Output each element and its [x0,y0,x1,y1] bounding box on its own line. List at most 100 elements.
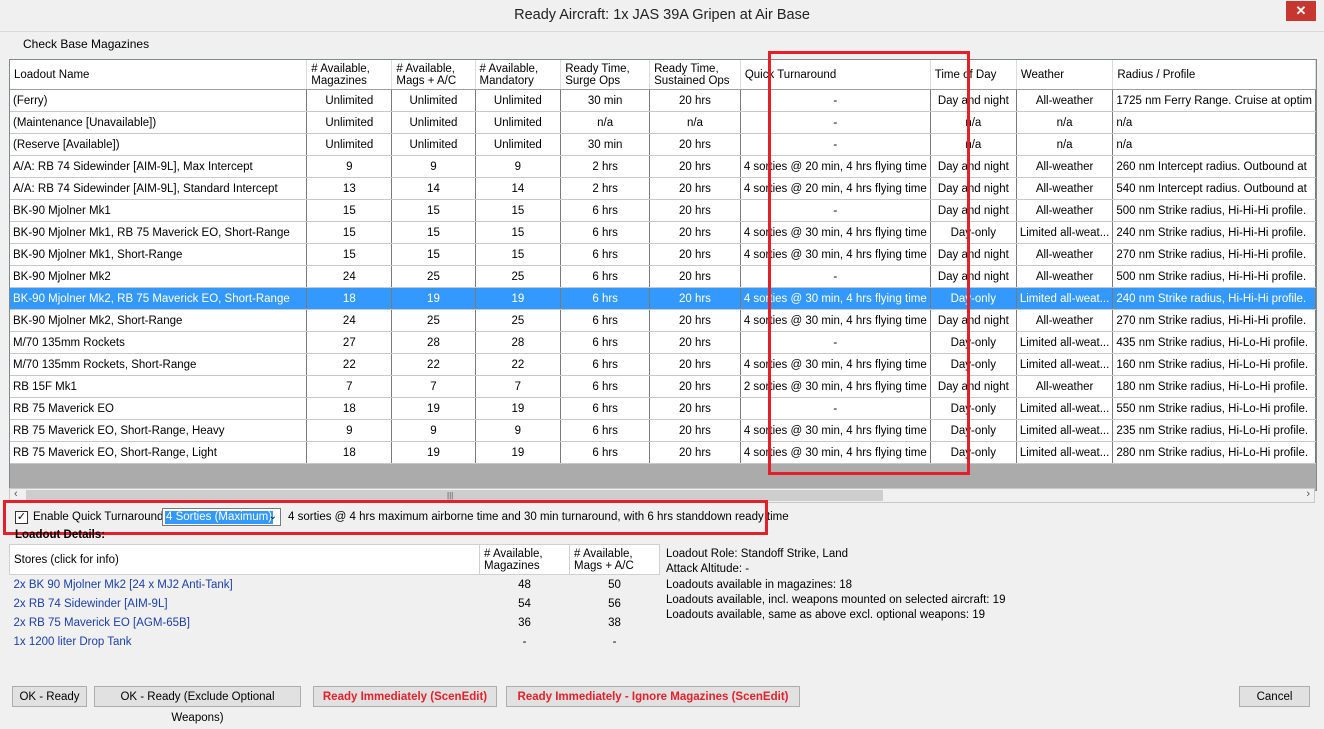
scroll-left-arrow-icon[interactable]: ‹ [14,488,18,500]
store-link[interactable]: 2x BK 90 Mjolner Mk2 [24 x MJ2 Anti-Tank… [10,575,480,595]
store-count: 48 [518,578,531,591]
table-row[interactable]: M/70 135mm Rockets, Short-Range 22 22 22 6 h… [10,353,1316,376]
table-cell: 180 nm Strike radius, Hi-Lo-Hi profile. [1112,375,1316,398]
ok-ready-exclude-optional-button[interactable]: OK - Ready (Exclude Optional Weapons) [94,686,301,724]
store-link[interactable]: 2x RB 75 Maverick EO [AGM-65B] [10,613,480,632]
table-row[interactable]: BK-90 Mjolner Mk2, RB 75 Maverick EO, Sh… [10,287,1316,310]
table-cell: 270 nm Strike radius, Hi-Hi-Hi profile. [1112,309,1316,332]
stores-column-header[interactable]: # Available, Magazines [479,544,570,575]
table-cell: BK-90 Mjolner Mk1, Short-Range [10,243,308,266]
table-cell: 270 nm Strike radius, Hi-Hi-Hi profile. [1112,243,1316,266]
column-header[interactable]: Radius / Profile [1112,60,1316,90]
table-cell: 20 hrs [649,309,741,332]
table-cell: 20 hrs [649,441,741,464]
loadout-info-panel: Loadout Role: Standoff Strike, Land Attac… [666,547,1005,623]
table-cell: n/a [1112,133,1316,156]
table-row[interactable]: RB 75 Maverick EO, Short-Range, Light 18 1… [10,441,1316,464]
window-title: Ready Aircraft: 1x JAS 39A Gripen at Air… [514,7,810,23]
table-cell: 28 [475,331,562,354]
table-cell: 15 [306,243,393,266]
table-cell: 2 hrs [560,177,651,200]
ok-ready-button[interactable]: OK - Ready [12,686,87,707]
table-cell: RB 75 Maverick EO, Short-Range, Heavy [10,419,308,442]
table-cell: 22 [306,353,393,376]
table-row[interactable]: RB 75 Maverick EO, Short-Range, Heavy 9 9 9… [10,419,1316,442]
stores-row[interactable]: 2x RB 74 Sidewinder [AIM-9L] 54 56 [10,594,660,613]
table-cell: 540 nm Intercept radius. Outbound at [1112,177,1316,200]
table-cell: 15 [475,199,562,222]
loadout-info-line: Loadouts available, same as above excl. … [666,609,986,622]
table-cell: n/a [649,111,741,134]
table-row[interactable]: M/70 135mm Rockets 27 28 28 6 hrs 20 hrs - Day-… [10,331,1316,354]
table-cell: n/a [1112,111,1316,134]
table-cell: 7 [306,375,393,398]
close-button[interactable]: ✕ [1286,1,1316,21]
ready-immediately-ignore-magazines-button[interactable]: Ready Immediately - Ignore Magazines (Sc… [506,686,800,707]
stores-column-header[interactable]: # Available, Mags + A/C [569,544,660,575]
cancel-button[interactable]: Cancel [1239,686,1310,707]
table-cell: n/a [1016,133,1114,156]
table-cell: 20 hrs [649,89,741,112]
table-cell: 25 [391,265,476,288]
column-header[interactable]: # Available, Mandatory [475,60,562,90]
stores-column-header[interactable]: Stores (click for info) [9,544,480,575]
column-header[interactable]: Loadout Name [10,60,308,90]
store-count: 50 [608,578,621,591]
ready-immediately-button[interactable]: Ready Immediately (ScenEdit) [313,686,497,707]
table-cell: 18 [306,441,393,464]
loadout-info-line: Loadouts available, incl. weapons mounte… [666,593,1006,606]
stores-table: Stores (click for info) # Available, Maga… [9,544,660,651]
table-cell: Limited all-weat... [1016,419,1114,442]
column-header[interactable]: Ready Time, Sustained Ops [649,60,741,90]
table-cell: Limited all-weat... [1016,397,1114,420]
table-cell: 19 [391,287,476,310]
store-link[interactable]: 1x 1200 liter Drop Tank [10,632,480,651]
table-cell: 27 [306,331,393,354]
table-row[interactable]: (Reserve [Available]) Unlimited Unlimited U… [10,133,1316,156]
check-base-magazines-button[interactable]: Check Base Magazines [18,36,154,52]
store-count: 56 [608,597,621,610]
table-cell: 25 [475,265,562,288]
scroll-right-arrow-icon[interactable]: › [1306,488,1310,500]
table-cell: 9 [306,155,393,178]
table-row[interactable]: BK-90 Mjolner Mk2, Short-Range 24 25 25 6 hr… [10,309,1316,332]
table-cell: 20 hrs [649,243,741,266]
table-cell: All-weather [1016,375,1114,398]
table-cell: 15 [475,221,562,244]
table-row[interactable]: BK-90 Mjolner Mk1 15 15 15 6 hrs 20 hrs - Day a… [10,199,1316,222]
table-row[interactable]: RB 15F Mk1 7 7 7 6 hrs 20 hrs 2 sorties @ 30 m… [10,375,1316,398]
table-cell: 20 hrs [649,397,741,420]
table-cell: 500 nm Strike radius, Hi-Hi-Hi profile. [1112,199,1316,222]
table-cell: 15 [391,221,476,244]
quick-turnaround-column-highlight [768,51,970,475]
stores-row[interactable]: 2x RB 75 Maverick EO [AGM-65B] 36 38 [10,613,660,632]
table-cell: (Ferry) [10,89,308,112]
table-row[interactable]: RB 75 Maverick EO 18 19 19 6 hrs 20 hrs - Day-o… [10,397,1316,420]
table-row[interactable]: BK-90 Mjolner Mk1, Short-Range 15 15 15 6 hr… [10,243,1316,266]
table-row[interactable]: BK-90 Mjolner Mk2 24 25 25 6 hrs 20 hrs - Day a… [10,265,1316,288]
column-header[interactable]: Ready Time, Surge Ops [560,60,651,90]
table-cell: 550 nm Strike radius, Hi-Lo-Hi profile. [1112,397,1316,420]
table-cell: 20 hrs [649,419,741,442]
table-row[interactable]: (Maintenance [Unavailable]) Unlimited Unli… [10,111,1316,134]
table-row[interactable]: (Ferry) Unlimited Unlimited Unlimited 30 min… [10,89,1316,112]
column-header[interactable]: Weather [1016,60,1114,90]
table-cell: Limited all-weat... [1016,287,1114,310]
store-link[interactable]: 2x RB 74 Sidewinder [AIM-9L] [10,594,480,613]
column-header[interactable]: # Available, Magazines [306,60,393,90]
table-cell: RB 75 Maverick EO, Short-Range, Light [10,441,308,464]
table-cell: 9 [391,155,476,178]
stores-row[interactable]: 1x 1200 liter Drop Tank - - [10,632,660,651]
table-row[interactable]: BK-90 Mjolner Mk1, RB 75 Maverick EO, Sh… [10,221,1316,244]
loadout-details-label: Loadout Details: [15,529,106,541]
table-cell: 6 hrs [560,287,651,310]
table-cell: 22 [475,353,562,376]
table-cell: 240 nm Strike radius, Hi-Hi-Hi profile. [1112,221,1316,244]
column-header[interactable]: # Available, Mags + A/C [391,60,476,90]
table-cell: Limited all-weat... [1016,441,1114,464]
table-row[interactable]: A/A: RB 74 Sidewinder [AIM-9L], Max Inte… [10,155,1316,178]
table-row[interactable]: A/A: RB 74 Sidewinder [AIM-9L], Standard… [10,177,1316,200]
table-cell: 20 hrs [649,375,741,398]
stores-row[interactable]: 2x BK 90 Mjolner Mk2 [24 x MJ2 Anti-Tank… [10,575,660,595]
table-cell: Unlimited [391,89,476,112]
